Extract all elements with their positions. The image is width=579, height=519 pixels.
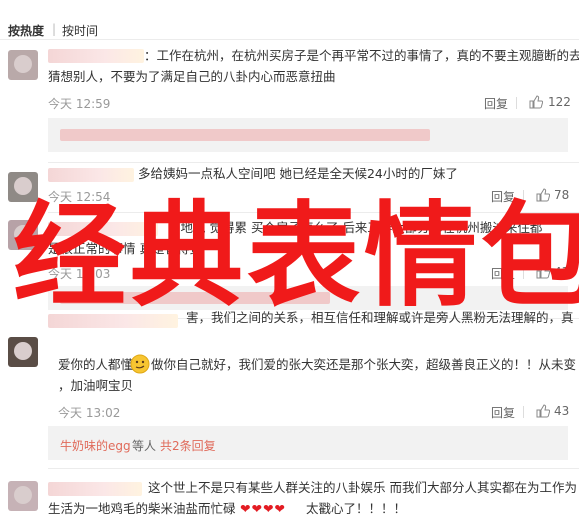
comment-text: 害，我们之间的关系，相互信任和理解或许是旁人黑粉无法理解的，真 <box>186 310 574 325</box>
like-count: 122 <box>548 95 571 109</box>
avatar[interactable] <box>8 481 38 511</box>
sub-reply-box <box>48 118 568 152</box>
thumbs-up-icon[interactable] <box>536 404 550 418</box>
reply-button[interactable]: 回复 <box>491 188 515 205</box>
comment-text: 是很正常的事情 真是管得宽 <box>48 241 202 256</box>
comment-text: ：工作在杭州，在杭州买房子是个再平常不过的事情了，真的不要主观臆断的去 <box>144 48 579 63</box>
divider <box>48 162 579 163</box>
divider <box>523 267 524 279</box>
avatar[interactable] <box>8 337 38 367</box>
divider <box>523 190 524 202</box>
thumbs-up-icon[interactable] <box>536 188 550 202</box>
thumbs-up-icon[interactable] <box>529 95 543 109</box>
blurred-reply <box>60 129 430 141</box>
comment-text: 生活为一地鸡毛的柴米油盐而忙碌 <box>48 501 236 516</box>
sub-reply-user[interactable]: 牛奶味的egg <box>60 437 131 454</box>
comment-text: 猜想别人，不要为了满足自己的八卦内心而恶意扭曲 <box>48 69 336 84</box>
divider <box>523 406 524 418</box>
comment-time: 今天 12:59 <box>48 97 111 111</box>
comment-text: 多给姨妈一点私人空间吧 她已经是全天候24小时的厂妹了 <box>138 166 458 181</box>
avatar[interactable] <box>8 50 38 80</box>
red-heart-emoji: ❤❤❤❤ <box>240 501 286 516</box>
view-replies-link[interactable]: 共2条回复 <box>160 437 216 454</box>
username-blurred[interactable] <box>48 49 144 63</box>
blurred-reply <box>60 292 330 304</box>
divider <box>48 468 579 469</box>
username-blurred[interactable] <box>48 314 178 328</box>
comment-text: 两地跑 觉得累 买个房子怎么了 后来工作大部分都在杭州搬过来住都 <box>168 220 543 235</box>
reply-button[interactable]: 回复 <box>484 95 508 112</box>
comment-time: 今天 12:54 <box>48 190 111 204</box>
divider <box>516 97 517 109</box>
sub-reply-box <box>48 286 568 310</box>
thinking-face-emoji <box>130 354 150 374</box>
username-blurred[interactable] <box>48 222 158 236</box>
comment-time: 今天 13:03 <box>48 267 111 281</box>
sort-separator: | <box>52 22 57 36</box>
comment-text: ，加油啊宝贝 <box>58 378 134 393</box>
thumbs-up-icon[interactable] <box>536 265 550 279</box>
reply-button[interactable]: 回复 <box>491 404 515 421</box>
comment-text: 爱你的人都懂 <box>58 357 134 372</box>
comment-time: 今天 13:02 <box>58 406 121 420</box>
like-count: 78 <box>554 188 570 202</box>
sub-reply-box: 牛奶味的egg 等人 共2条回复 <box>48 426 568 460</box>
reply-button[interactable]: 回复 <box>491 265 515 282</box>
sort-by-hot[interactable]: 按热度 <box>8 22 44 39</box>
username-blurred[interactable] <box>48 168 134 182</box>
avatar[interactable] <box>8 220 38 250</box>
like-count: 43 <box>554 265 570 279</box>
sort-bar: 按热度 | 按时间 <box>0 0 579 40</box>
like-count: 43 <box>554 404 570 418</box>
sort-by-time[interactable]: 按时间 <box>62 22 98 39</box>
comment-text: 太戳心了！！！！ <box>306 501 407 516</box>
avatar[interactable] <box>8 172 38 202</box>
comment-text: 做你自己就好，我们爱的张大奕还是那个张大奕，超级善良正义的！！从未变 <box>151 357 577 372</box>
sub-reply-text: 等人 <box>132 439 157 453</box>
divider <box>48 212 579 213</box>
comment-text: 这个世上不是只有某些人群关注的八卦娱乐 而我们大部分人其实都在为工作为 <box>148 480 577 495</box>
username-blurred[interactable] <box>48 482 142 496</box>
